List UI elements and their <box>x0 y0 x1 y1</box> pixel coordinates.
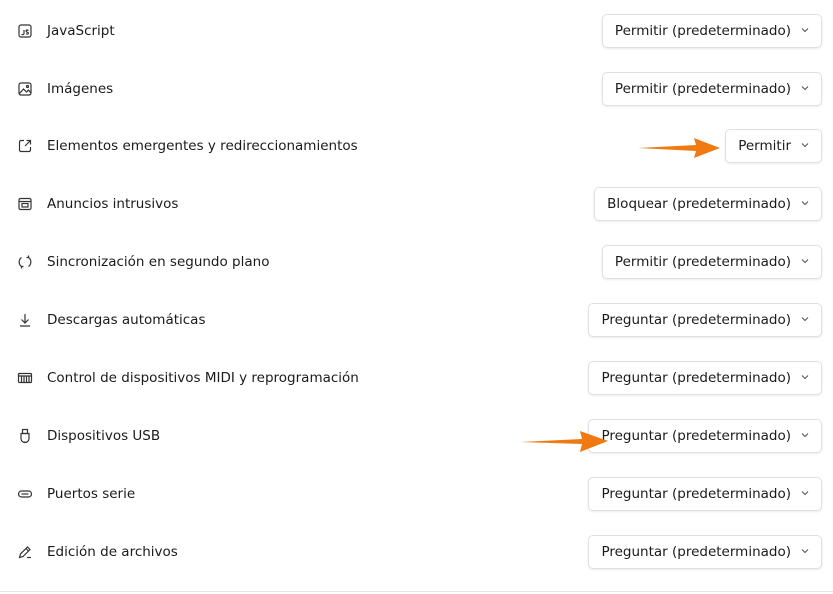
setting-row-images: Imágenes Permitir (predeterminado) <box>0 60 833 118</box>
permission-select[interactable]: Permitir (predeterminado) <box>601 245 822 279</box>
select-value: Permitir (predeterminado) <box>614 254 791 270</box>
setting-row-intrusive-ads: Anuncios intrusivos Bloquear (predetermi… <box>0 175 833 233</box>
serial-port-icon <box>17 486 33 502</box>
usb-icon <box>17 428 33 444</box>
permission-select[interactable]: Preguntar (predeterminado) <box>588 419 822 453</box>
setting-row-auto-downloads: Descargas automáticas Preguntar (predete… <box>0 291 833 349</box>
permission-select[interactable]: Permitir (predeterminado) <box>601 14 822 48</box>
select-value: Preguntar (predeterminado) <box>601 486 791 502</box>
setting-row-usb: Dispositivos USB Preguntar (predetermina… <box>0 407 833 465</box>
setting-label: Descargas automáticas <box>47 312 206 328</box>
permission-select[interactable]: Permitir (predeterminado) <box>601 72 822 106</box>
permission-select[interactable]: Preguntar (predeterminado) <box>588 535 822 569</box>
midi-keyboard-icon <box>17 370 33 386</box>
setting-label: Control de dispositivos MIDI y reprogram… <box>47 370 359 386</box>
setting-row-background-sync: Sincronización en segundo plano Permitir… <box>0 233 833 291</box>
select-value: Permitir (predeterminado) <box>614 23 791 39</box>
permission-select[interactable]: Preguntar (predeterminado) <box>588 303 822 337</box>
permission-select[interactable]: Bloquear (predeterminado) <box>594 187 822 221</box>
download-icon <box>17 312 33 328</box>
popup-open-icon <box>17 138 33 154</box>
permission-select[interactable]: Permitir <box>725 129 822 163</box>
image-icon <box>17 81 33 97</box>
chevron-down-icon <box>799 429 811 441</box>
select-value: Preguntar (predeterminado) <box>601 428 791 444</box>
ads-window-icon <box>17 196 33 212</box>
file-edit-icon <box>17 544 33 560</box>
select-value: Preguntar (predeterminado) <box>601 544 791 560</box>
chevron-down-icon <box>799 255 811 267</box>
setting-row-midi: Control de dispositivos MIDI y reprogram… <box>0 349 833 407</box>
setting-label: Edición de archivos <box>47 544 178 560</box>
select-value: Permitir (predeterminado) <box>614 81 791 97</box>
select-value: Bloquear (predeterminado) <box>607 196 791 212</box>
chevron-down-icon <box>799 545 811 557</box>
setting-label: Anuncios intrusivos <box>47 196 179 212</box>
setting-row-file-editing: Edición de archivos Preguntar (predeterm… <box>0 523 833 581</box>
chevron-down-icon <box>799 487 811 499</box>
setting-label: Puertos serie <box>47 486 136 502</box>
setting-label: Imágenes <box>47 81 114 97</box>
sync-icon <box>17 254 33 270</box>
chevron-down-icon <box>799 371 811 383</box>
javascript-icon <box>17 23 33 39</box>
setting-row-serial-ports: Puertos serie Preguntar (predeterminado) <box>0 465 833 523</box>
orange-arrow-icon <box>520 431 608 452</box>
divider <box>0 591 833 592</box>
chevron-down-icon <box>799 24 811 36</box>
setting-row-javascript: JavaScript Permitir (predeterminado) <box>0 2 833 60</box>
permission-select[interactable]: Preguntar (predeterminado) <box>588 361 822 395</box>
setting-label: Elementos emergentes y redireccionamient… <box>47 138 358 154</box>
select-value: Preguntar (predeterminado) <box>601 370 791 386</box>
chevron-down-icon <box>799 82 811 94</box>
select-value: Permitir <box>738 138 791 154</box>
orange-arrow-icon <box>638 138 720 158</box>
chevron-down-icon <box>799 313 811 325</box>
setting-label: Sincronización en segundo plano <box>47 254 270 270</box>
select-value: Preguntar (predeterminado) <box>601 312 791 328</box>
setting-label: Dispositivos USB <box>47 428 161 444</box>
permission-select[interactable]: Preguntar (predeterminado) <box>588 477 822 511</box>
chevron-down-icon <box>799 197 811 209</box>
setting-label: JavaScript <box>47 23 115 39</box>
chevron-down-icon <box>799 139 811 151</box>
